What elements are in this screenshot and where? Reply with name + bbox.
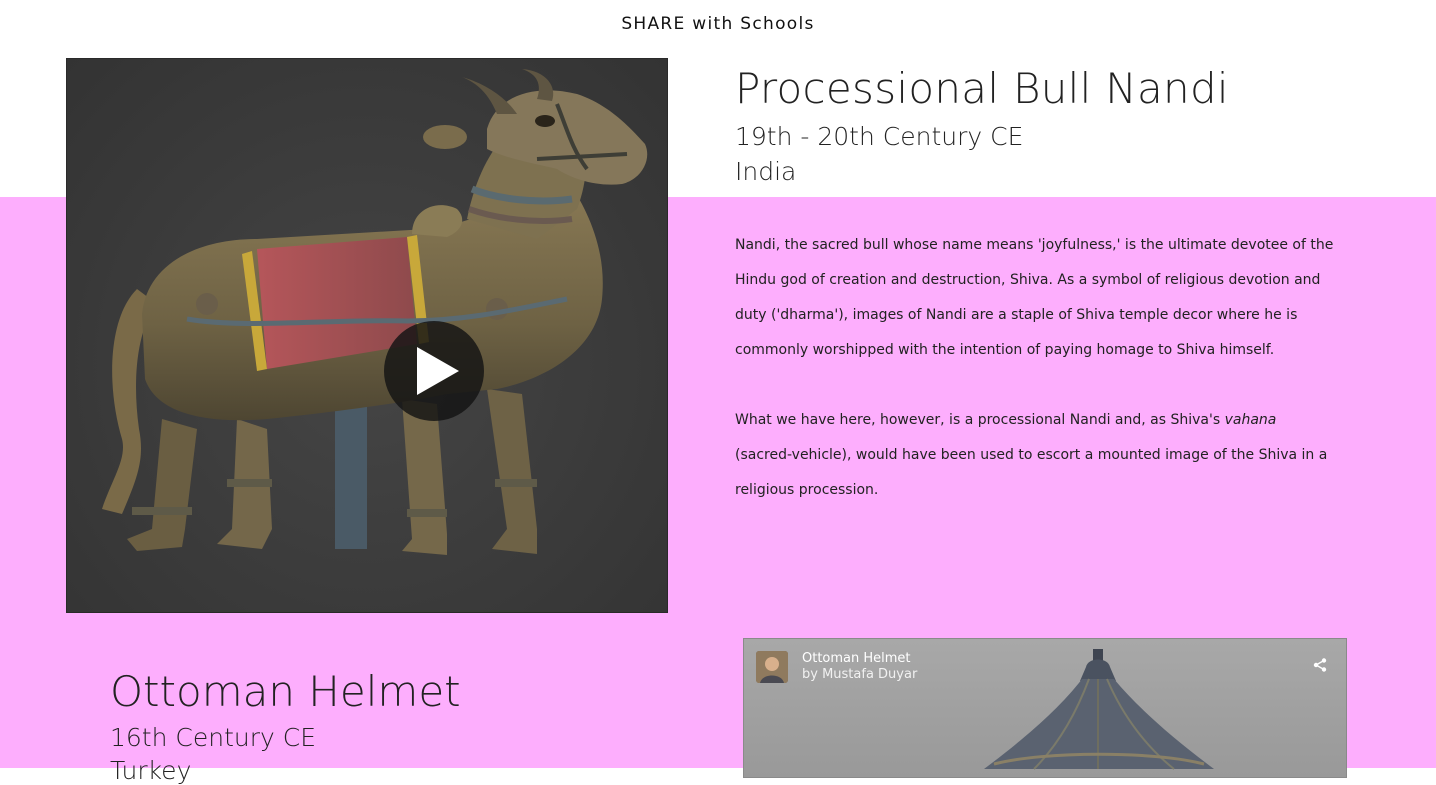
artifact-date: 19th - 20th Century CE: [735, 122, 1024, 151]
play-icon: [417, 347, 459, 395]
model-title-link[interactable]: Ottoman Helmet: [802, 651, 911, 666]
site-title[interactable]: SHARE with Schools: [0, 14, 1436, 34]
artifact-title: Ottoman Helmet: [110, 667, 461, 716]
nandi-statue-image: [102, 69, 648, 555]
nandi-3d-viewer[interactable]: [66, 58, 668, 613]
artifact-origin: Turkey: [110, 756, 192, 785]
description-paragraph: What we have here, however, is a process…: [735, 412, 1328, 498]
artifact-description: Nandi, the sacred bull whose name means …: [735, 228, 1335, 508]
artifact-title: Processional Bull Nandi: [735, 64, 1229, 113]
description-paragraph: Nandi, the sacred bull whose name means …: [735, 237, 1334, 358]
play-button[interactable]: [384, 321, 484, 421]
author-avatar[interactable]: [756, 651, 788, 683]
artifact-origin: India: [735, 157, 797, 186]
vahana-term: vahana: [1224, 412, 1277, 428]
artifact-date: 16th Century CE: [110, 723, 317, 752]
model-author-link[interactable]: by Mustafa Duyar: [802, 667, 917, 682]
ottoman-helmet-3d-viewer[interactable]: Ottoman Helmet by Mustafa Duyar: [743, 638, 1347, 778]
share-icon[interactable]: [1312, 657, 1328, 673]
